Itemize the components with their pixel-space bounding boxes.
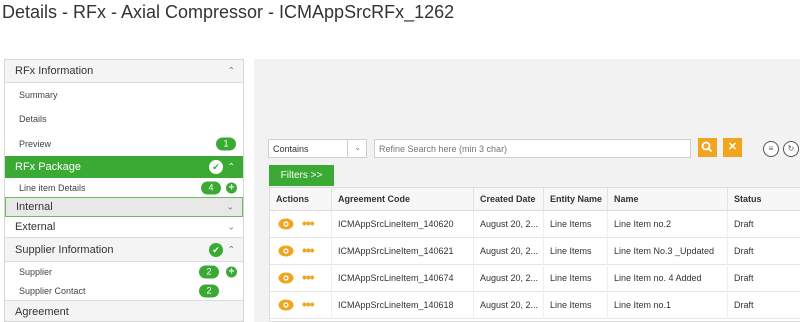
cell-created-date: August 20, 2... [474,211,544,238]
cell-created-date: August 20, 2... [474,292,544,319]
cell-agreement-code[interactable]: ICMAppSrcLineItem_140674 [332,265,474,292]
cell-agreement-code[interactable]: ICMAppSrcLineItem_140618 [332,292,474,319]
search-input[interactable] [374,139,691,158]
sidebar-item-label: Preview [19,138,52,149]
cell-entity-name: Line Items [544,292,608,319]
sidebar-section-supplier-information[interactable]: Supplier Information ✔ ⌃ [5,238,243,262]
sidebar-item-summary[interactable]: Summary [5,83,243,107]
column-header-created-date[interactable]: Created Date [474,188,544,211]
sidebar-item-label: Details [19,114,47,124]
column-header-entity-name[interactable]: Entity Name [544,188,608,211]
chevron-down-icon[interactable]: ⌄ [227,222,235,233]
sidebar-item-details[interactable]: Details [5,107,243,131]
cell-created-date: August 20, 2... [474,265,544,292]
chevron-down-icon[interactable]: ⌄ [226,202,234,213]
sidebar-item-preview[interactable]: Preview 1 [5,131,243,156]
table-row[interactable]: ••• ICMAppSrcLineItem_140674 August 20, … [270,265,800,292]
chevron-up-icon[interactable]: ⌃ [227,162,235,173]
sidebar-section-rfx-information[interactable]: RFx Information ⌃ [5,60,243,83]
view-eye-icon[interactable] [278,245,294,257]
sidebar-item-label: Line item Details [19,182,86,193]
cell-agreement-code[interactable]: ICMAppSrcLineItem_140620 [332,211,474,238]
column-header-agreement-code[interactable]: Agreement Code [332,188,474,211]
checkmark-icon: ✔ [209,242,223,257]
cell-status: Draft [734,273,754,283]
sidebar-section-external[interactable]: External ⌄ [5,217,243,238]
table-row[interactable]: ••• ICMAppSrcLineItem_140618 August 20, … [270,292,800,319]
sidebar-section-label: RFx Package [15,161,82,173]
cell-status: Draft [734,300,754,310]
sidebar-section-internal[interactable]: Internal ⌄ [5,197,243,217]
table-row[interactable]: ••• ICMAppSrcLineItem_140621 August 20, … [270,238,800,265]
sidebar-item-label: Supplier [19,266,53,277]
column-header-status[interactable]: Status [728,188,800,211]
cell-name: Line Item no.2 [608,211,728,238]
sidebar-section-label: Agreement [15,305,69,318]
page-title: Details - RFx - Axial Compressor - ICMAp… [2,2,455,22]
cell-created-date: August 20, 2... [474,238,544,265]
count-badge: 2 [199,265,219,278]
sidebar-item-label: Supplier Contact [19,285,86,296]
more-options-icon[interactable]: ••• [302,211,315,238]
filters-button[interactable]: Filters >> [269,165,334,186]
cell-name: Line Item No.3 _Updated [608,238,728,265]
chevron-down-icon: ⌄ [354,143,361,152]
sidebar-item-line-item-details[interactable]: Line item Details 4 + [5,178,243,197]
chevron-up-icon[interactable]: ⌃ [227,66,235,77]
more-options-icon[interactable]: ••• [302,292,315,319]
more-options-icon[interactable]: ••• [302,238,315,265]
search-button[interactable] [698,138,717,157]
divider [347,140,348,157]
row-actions: ••• [270,211,332,238]
count-badge: 1 [216,137,236,150]
count-badge: 2 [199,284,219,297]
refresh-icon[interactable]: ↻ [783,141,799,157]
checkmark-icon: ✔ [209,160,223,174]
sidebar-section-label: RFx Information [15,65,94,77]
agreements-table: Actions Agreement Code Created Date Enti… [269,187,800,322]
sidebar-nav: RFx Information ⌃ Summary Details Previe… [4,59,244,322]
table-header-row: Actions Agreement Code Created Date Enti… [270,188,800,211]
cell-entity-name: Line Items [544,265,608,292]
cell-name: Line Item no. 4 Added [608,265,728,292]
add-icon[interactable]: + [226,182,237,193]
row-actions: ••• [270,292,332,319]
sidebar-section-label: Supplier Information [15,243,114,256]
column-list-icon[interactable]: ≡ [763,141,779,157]
clear-search-button[interactable]: ✕ [723,138,742,157]
view-eye-icon[interactable] [278,218,294,230]
sidebar-item-supplier-contact[interactable]: Supplier Contact 2 [5,281,243,300]
sidebar-section-rfx-package[interactable]: RFx Package ✔ ⌃ [5,156,243,178]
view-eye-icon[interactable] [278,299,294,311]
column-header-actions[interactable]: Actions [270,188,332,211]
sidebar-item-label: Summary [19,90,58,100]
cell-status: Draft [734,219,754,229]
chevron-up-icon[interactable]: ⌃ [227,244,235,255]
add-icon[interactable]: + [226,266,237,277]
sidebar-section-label: External [15,221,56,233]
sidebar-section-label: Internal [16,201,53,213]
column-header-name[interactable]: Name [608,188,728,211]
close-icon: ✕ [727,141,738,153]
search-icon [701,141,713,153]
cell-entity-name: Line Items [544,211,608,238]
filter-operator-value: Contains [273,143,309,154]
cell-entity-name: Line Items [544,238,608,265]
sidebar-section-agreement[interactable]: Agreement [5,300,243,321]
more-options-icon[interactable]: ••• [302,265,315,292]
count-badge: 4 [201,181,221,194]
table-row[interactable]: ••• ICMAppSrcLineItem_140620 August 20, … [270,211,800,238]
row-actions: ••• [270,238,332,265]
sidebar-item-supplier[interactable]: Supplier 2 + [5,262,243,281]
cell-agreement-code[interactable]: ICMAppSrcLineItem_140621 [332,238,474,265]
cell-status: Draft [734,246,754,256]
row-actions: ••• [270,265,332,292]
filter-operator-select[interactable]: Contains ⌄ [268,139,367,158]
cell-name: Line Item no.1 [608,292,728,319]
view-eye-icon[interactable] [278,272,294,284]
